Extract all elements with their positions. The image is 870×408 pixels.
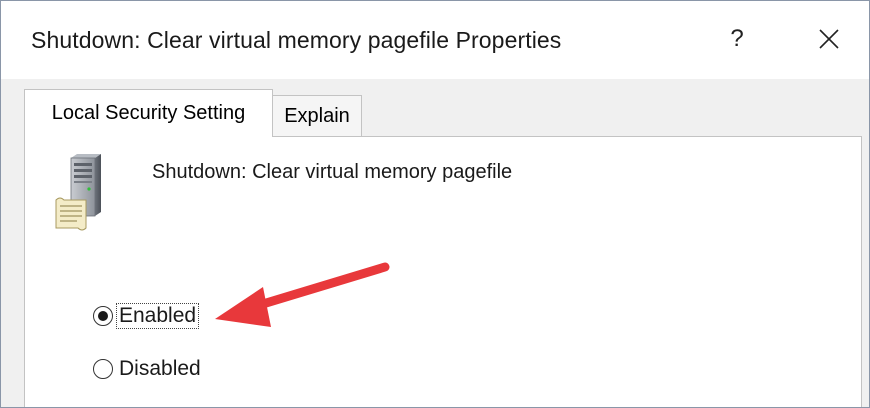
policy-name: Shutdown: Clear virtual memory pagefile <box>152 161 513 183</box>
enabled-option[interactable]: Enabled <box>93 303 200 329</box>
disabled-label[interactable]: Disabled <box>119 357 201 381</box>
enabled-radio[interactable] <box>93 306 113 326</box>
close-button[interactable] <box>799 9 859 69</box>
tab-panel: Shutdown: Clear virtual memory pagefile … <box>24 136 862 407</box>
tab-local-security-setting[interactable]: Local Security Setting <box>24 89 273 137</box>
close-icon <box>819 29 839 49</box>
help-button[interactable]: ? <box>707 9 767 69</box>
dialog-client-area: Local Security Setting Explain Shutdown:… <box>1 79 869 407</box>
server-policy-icon <box>55 154 101 231</box>
title-bar[interactable]: Shutdown: Clear virtual memory pagefile … <box>1 1 869 79</box>
tab-explain[interactable]: Explain <box>273 95 362 137</box>
properties-dialog: Shutdown: Clear virtual memory pagefile … <box>0 0 870 408</box>
radio-selected-dot <box>98 311 108 321</box>
enabled-label[interactable]: Enabled <box>116 303 200 329</box>
disabled-radio[interactable] <box>93 359 113 379</box>
window-title: Shutdown: Clear virtual memory pagefile … <box>31 27 562 53</box>
disabled-option[interactable]: Disabled <box>93 357 201 381</box>
